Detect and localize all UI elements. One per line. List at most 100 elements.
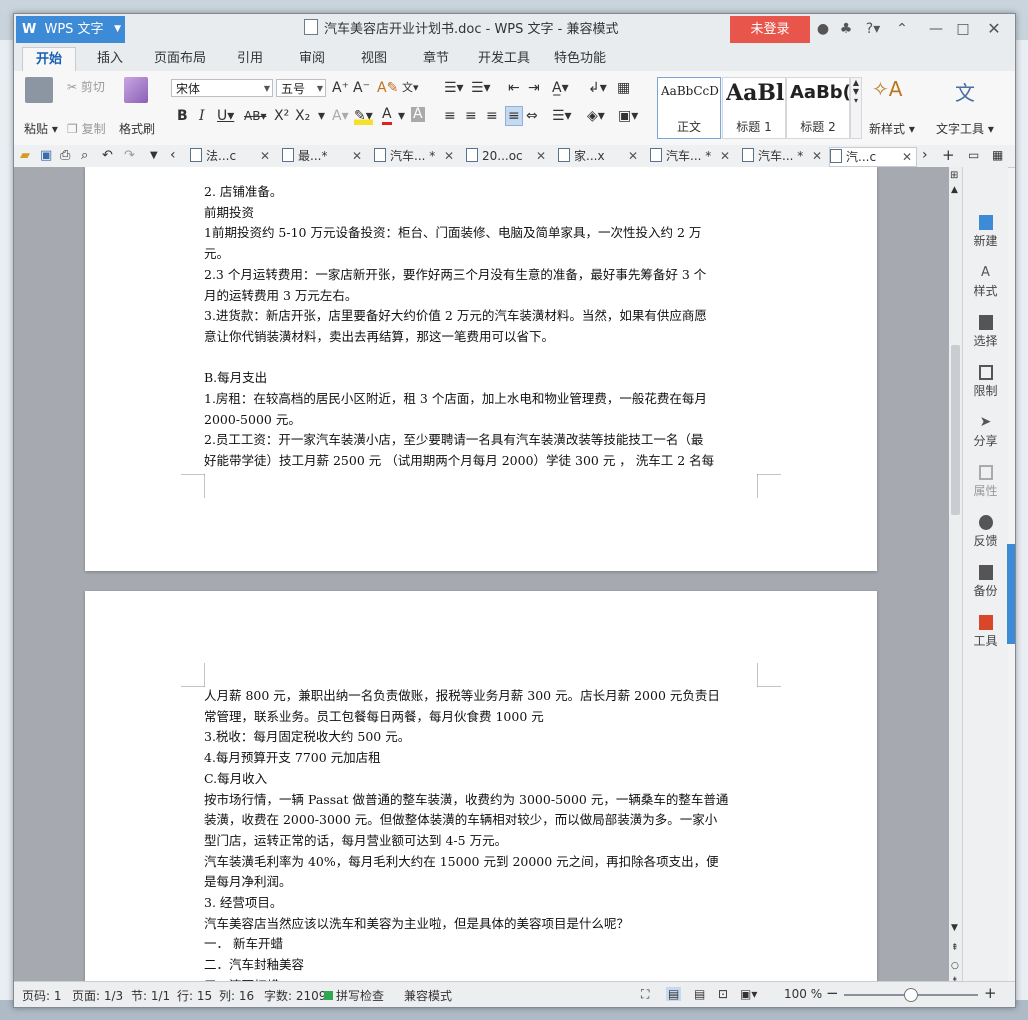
panel-tools-button[interactable]: 工具 [963,615,1008,649]
superscript-icon[interactable]: X² [274,107,289,125]
help-icon[interactable]: ?▾ [860,19,886,39]
page-view-icon[interactable]: ▤ [666,987,682,1001]
tab-chapter[interactable]: 章节 [416,47,456,71]
style-heading-2[interactable]: AaBb( 标题 2 [786,77,851,139]
text-tools-button[interactable]: 文字工具 ▾ [936,120,994,137]
tab-menu-icon[interactable]: ▦ [992,146,1003,164]
subscript-icon[interactable]: X₂ [295,107,310,125]
close-tab-icon[interactable]: ✕ [902,148,912,166]
align-left-icon[interactable]: ≡ [444,107,456,125]
font-color-icon[interactable]: A [382,107,392,125]
document-tab[interactable]: 汽车... * ✕ [650,147,730,165]
document-page-2[interactable]: 人月薪 800 元，兼职出纳一名负责做账，报税等业务月薪 300 元。店长月薪 … [85,591,877,981]
styles-scroll[interactable]: ▲ ▼ ▾ [850,77,862,139]
bullets-icon[interactable]: ☰▾ [444,79,464,97]
copy-button[interactable]: ❐ 复制 [67,120,106,137]
redo-icon[interactable]: ↷ [124,147,135,165]
grow-font-icon[interactable]: A⁺ [332,79,349,97]
font-size-select[interactable]: 五号 ▼ [276,79,326,97]
close-tab-icon[interactable]: ✕ [444,147,454,165]
login-button[interactable]: 未登录 [730,16,810,43]
clipboard-icon[interactable] [25,77,53,103]
italic-icon[interactable]: I [199,107,205,125]
shirt-icon[interactable]: ♣ [836,19,856,39]
phonetic-guide-icon[interactable]: 文▾ [402,79,419,97]
panel-properties-button[interactable]: 属性 [963,465,1008,499]
print-icon[interactable]: ⎙ [60,147,70,165]
document-tab[interactable]: 家...x ✕ [558,147,638,165]
panel-new-button[interactable]: 新建 [963,215,1008,249]
close-tab-icon[interactable]: ✕ [352,147,362,165]
minimize-icon[interactable]: — [926,19,946,39]
panel-restrict-button[interactable]: 限制 [963,365,1008,399]
panel-select-button[interactable]: 选择 [963,315,1008,349]
paste-button[interactable]: 粘贴 ▾ [24,120,58,137]
close-icon[interactable]: ✕ [984,19,1004,39]
spell-check-button[interactable]: 拼写检查 [324,987,384,1004]
increase-indent-icon[interactable]: ⇥ [528,79,540,97]
document-tab-active[interactable]: 汽...c ✕ [829,147,917,167]
tab-home[interactable]: 开始 [22,47,76,72]
text-effect-icon[interactable]: ▾ [318,107,325,125]
tab-page-layout[interactable]: 页面布局 [152,47,208,71]
strikethrough-icon[interactable]: AB▾ [244,107,266,125]
outline-view-icon[interactable]: ▤ [694,987,705,1001]
print-preview-icon[interactable]: ⌕ [81,147,88,165]
style-normal[interactable]: AaBbCcD 正文 [657,77,721,139]
reading-view-icon[interactable]: ▣▾ [740,987,757,1001]
style-heading-1[interactable]: AaBl 标题 1 [722,77,786,139]
borders-icon[interactable]: ▣▾ [618,107,638,125]
new-style-button[interactable]: 新样式 ▾ [869,120,915,137]
task-panel-handle[interactable] [1007,544,1015,644]
outline-text-icon[interactable]: A▾ [332,107,349,125]
highlight-icon[interactable]: ✎▾ [354,107,373,125]
cut-button[interactable]: ✂ 剪切 [67,78,105,95]
char-shading-icon[interactable]: A [411,107,425,122]
customize-toolbar-icon[interactable]: ▼ [150,147,158,165]
close-tab-icon[interactable]: ✕ [812,147,822,165]
new-tab-icon[interactable]: + [942,146,955,164]
align-right-icon[interactable]: ≡ [486,107,498,125]
fullscreen-view-icon[interactable]: ⛶ [641,987,649,1002]
document-tab[interactable]: 最...* ✕ [282,147,362,165]
line-spacing-icon[interactable]: ☰▾ [552,107,572,125]
show-marks-icon[interactable]: ↲▾ [588,79,607,97]
scroll-tabs-right-icon[interactable]: › [922,146,928,164]
tab-special-features[interactable]: 特色功能 [552,47,608,71]
save-icon[interactable]: ▣ [40,147,52,165]
document-tab[interactable]: 汽车... * ✕ [742,147,822,165]
align-center-icon[interactable]: ≡ [465,107,477,125]
numbering-icon[interactable]: ☰▾ [471,79,491,97]
underline-icon[interactable]: U▾ [217,107,234,125]
document-page-1[interactable]: 2. 店铺准备。 前期投资 1前期投资约 5-10 万元设备投资：柜台、门面装修、电… [85,167,877,571]
justify-icon[interactable]: ≡ [505,106,523,126]
scroll-tabs-left-icon[interactable]: ‹ [170,146,176,164]
format-painter-button[interactable]: 格式刷 [119,120,155,137]
tab-insert[interactable]: 插入 [90,47,130,71]
zoom-level[interactable]: 100 % [784,987,822,1001]
close-tab-icon[interactable]: ✕ [536,147,546,165]
close-tab-icon[interactable]: ✕ [720,147,730,165]
scroll-down-icon[interactable]: ▼ [951,919,958,937]
app-menu-button[interactable]: W WPS 文字 ▼ [16,16,125,43]
tab-developer[interactable]: 开发工具 [476,47,532,71]
scroll-thumb[interactable] [951,345,960,515]
decrease-indent-icon[interactable]: ⇤ [508,79,520,97]
status-word-count[interactable]: 字数: 2109 [264,987,326,1004]
panel-style-button[interactable]: A 样式 [963,265,1008,299]
font-name-select[interactable]: 宋体 ▼ [171,79,273,97]
table-icon[interactable]: ▦ [617,79,630,97]
tab-view[interactable]: 视图 [354,47,394,71]
skin-icon[interactable]: ● [813,19,833,39]
document-tab[interactable]: 法...c ✕ [190,147,270,165]
clear-format-icon[interactable]: A✎ [377,79,398,97]
zoom-in-icon[interactable]: + [984,984,997,1002]
collapse-ribbon-icon[interactable]: ⌃ [892,19,912,39]
text-direction-icon[interactable]: A̲▾ [552,79,569,97]
open-folder-icon[interactable]: ▰ [20,147,30,165]
font-color-dropdown-icon[interactable]: ▾ [398,107,405,125]
document-tab[interactable]: 汽车... * ✕ [374,147,454,165]
distributed-align-icon[interactable]: ⇔ [526,107,538,125]
web-view-icon[interactable]: ⊡ [718,987,728,1001]
tab-review[interactable]: 审阅 [292,47,332,71]
